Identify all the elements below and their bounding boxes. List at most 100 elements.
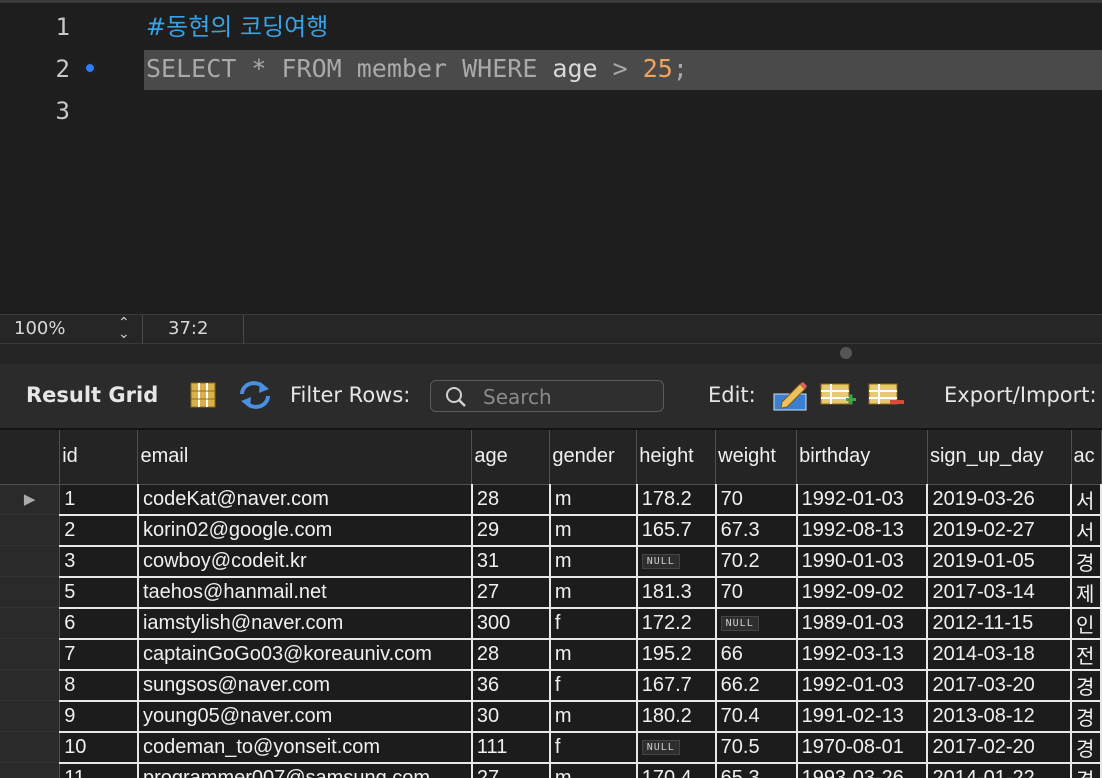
row-gutter[interactable]	[0, 700, 61, 732]
table-cell[interactable]: 1992-03-13	[796, 638, 929, 671]
column-header[interactable]: id	[59, 430, 139, 485]
table-cell[interactable]: captainGoGo03@koreauniv.com	[137, 638, 473, 671]
table-cell[interactable]: 2012-11-15	[927, 607, 1073, 640]
table-cell[interactable]: 2019-02-27	[927, 514, 1073, 547]
row-gutter[interactable]	[0, 514, 61, 546]
row-gutter[interactable]	[0, 638, 61, 670]
table-cell[interactable]: 7	[59, 638, 139, 671]
table-cell[interactable]: 65.3	[715, 762, 798, 778]
zoom-stepper-icon[interactable]: ⌃ ⌄	[118, 316, 130, 341]
table-cell[interactable]: 36	[471, 669, 551, 702]
split-handle[interactable]	[0, 344, 1102, 364]
column-header[interactable]: birthday	[796, 430, 928, 485]
table-cell[interactable]: 2019-01-05	[927, 545, 1073, 578]
table-cell[interactable]: 28	[471, 638, 551, 671]
table-cell[interactable]: 인	[1071, 607, 1102, 640]
table-cell[interactable]: 1991-02-13	[796, 700, 929, 733]
grid-view-icon[interactable]	[190, 382, 216, 413]
table-cell[interactable]: 67.3	[715, 514, 798, 547]
table-cell[interactable]: 경	[1071, 669, 1102, 702]
editor-line-3[interactable]: 3	[0, 90, 1102, 132]
table-cell[interactable]: 172.2	[636, 607, 717, 640]
table-cell[interactable]: sungsos@naver.com	[137, 669, 473, 702]
table-cell[interactable]: 2017-02-20	[927, 731, 1073, 764]
table-row[interactable]: 8 sungsos@naver.com 36 f 167.7 66.2 1992-01-03…	[0, 669, 1102, 702]
table-cell[interactable]: f	[549, 669, 638, 702]
table-cell[interactable]: 8	[59, 669, 139, 702]
column-header[interactable]: weight	[715, 430, 798, 485]
table-cell[interactable]: 2019-03-26	[927, 484, 1073, 516]
table-cell[interactable]: 181.3	[636, 576, 717, 609]
table-row[interactable]: 5 taehos@hanmail.net 27 m 181.3 70 1992-09-02 2…	[0, 576, 1102, 609]
table-cell[interactable]: codeKat@naver.com	[137, 484, 473, 516]
row-gutter[interactable]	[0, 669, 61, 701]
table-cell[interactable]: 경	[1071, 731, 1102, 764]
editor-line-2[interactable]: 2 SELECT * FROM member WHERE age > 25;	[0, 48, 1102, 90]
table-cell[interactable]: 165.7	[636, 514, 717, 547]
table-cell[interactable]: 2014-01-22	[927, 762, 1073, 778]
drag-handle-icon[interactable]	[840, 347, 852, 359]
result-grid[interactable]: id email age gender height weight birthd…	[0, 430, 1102, 778]
table-cell[interactable]: iamstylish@naver.com	[137, 607, 473, 640]
table-cell[interactable]: f	[549, 731, 638, 764]
table-cell[interactable]: 6	[59, 607, 139, 640]
column-header[interactable]: height	[636, 430, 717, 485]
row-gutter[interactable]	[0, 731, 61, 763]
table-cell[interactable]: 1992-01-03	[796, 484, 929, 516]
table-row[interactable]: 6 iamstylish@naver.com 300 f 172.2 NULL 1989-0…	[0, 607, 1102, 640]
editor-line-1[interactable]: 1 #동현의 코딩여행	[0, 6, 1102, 48]
table-cell[interactable]: m	[549, 514, 638, 547]
table-cell[interactable]: 경	[1071, 700, 1102, 733]
table-cell[interactable]: m	[549, 638, 638, 671]
table-cell[interactable]: 10	[59, 731, 139, 764]
delete-row-icon[interactable]	[868, 382, 906, 415]
table-cell[interactable]: 66.2	[715, 669, 798, 702]
table-row[interactable]: 2 korin02@google.com 29 m 165.7 67.3 1992-08-1…	[0, 514, 1102, 547]
table-cell[interactable]: young05@naver.com	[137, 700, 473, 733]
table-row[interactable]: 9 young05@naver.com 30 m 180.2 70.4 1991-02-13…	[0, 700, 1102, 733]
table-cell[interactable]: 28	[471, 484, 551, 516]
table-cell[interactable]: 2014-03-18	[927, 638, 1073, 671]
table-cell[interactable]: 111	[471, 731, 551, 764]
table-cell[interactable]: 178.2	[636, 484, 717, 516]
table-cell[interactable]: 제	[1071, 576, 1102, 609]
column-header[interactable]: ac	[1071, 430, 1102, 485]
table-cell[interactable]: 서	[1071, 514, 1102, 547]
table-cell[interactable]: taehos@hanmail.net	[137, 576, 473, 609]
table-cell[interactable]: cowboy@codeit.kr	[137, 545, 473, 578]
table-row[interactable]: ▶ 1 codeKat@naver.com 28 m 178.2 70 1992-01-03 2…	[0, 484, 1102, 516]
table-cell[interactable]: 11	[59, 762, 139, 778]
table-cell[interactable]: 27	[471, 762, 551, 778]
table-cell[interactable]: 70.5	[715, 731, 798, 764]
table-cell[interactable]: 2	[59, 514, 139, 547]
table-cell[interactable]: 167.7	[636, 669, 717, 702]
column-header[interactable]: sign_up_day	[927, 430, 1072, 485]
table-cell[interactable]: 경	[1071, 762, 1102, 778]
table-cell[interactable]: 경	[1071, 545, 1102, 578]
table-cell[interactable]: m	[549, 545, 638, 578]
table-cell[interactable]: 180.2	[636, 700, 717, 733]
row-gutter[interactable]	[0, 762, 61, 778]
table-cell[interactable]: f	[549, 607, 638, 640]
table-cell[interactable]: m	[549, 700, 638, 733]
table-cell[interactable]: 66	[715, 638, 798, 671]
table-cell[interactable]: 70	[715, 484, 798, 516]
table-cell[interactable]: 1992-01-03	[796, 669, 929, 702]
column-header[interactable]: email	[137, 430, 473, 485]
table-cell[interactable]: 1989-01-03	[796, 607, 929, 640]
table-cell[interactable]: NULL	[636, 545, 717, 578]
table-cell[interactable]: 170.4	[636, 762, 717, 778]
table-cell[interactable]: NULL	[636, 731, 717, 764]
table-cell[interactable]: 300	[471, 607, 551, 640]
table-cell[interactable]: 2017-03-20	[927, 669, 1073, 702]
row-gutter[interactable]	[0, 607, 61, 639]
table-cell[interactable]: 전	[1071, 638, 1102, 671]
table-cell[interactable]: 29	[471, 514, 551, 547]
table-row[interactable]: 3 cowboy@codeit.kr 31 m NULL 70.2 1990-01-03 20…	[0, 545, 1102, 578]
table-cell[interactable]: m	[549, 762, 638, 778]
table-cell[interactable]: 1970-08-01	[796, 731, 929, 764]
table-row[interactable]: 7 captainGoGo03@koreauniv.com 28 m 195.2 66 19…	[0, 638, 1102, 671]
table-cell[interactable]: m	[549, 576, 638, 609]
row-gutter[interactable]	[0, 576, 61, 608]
table-row[interactable]: 10 codeman_to@yonseit.com 111 f NULL 70.5 1970…	[0, 731, 1102, 764]
